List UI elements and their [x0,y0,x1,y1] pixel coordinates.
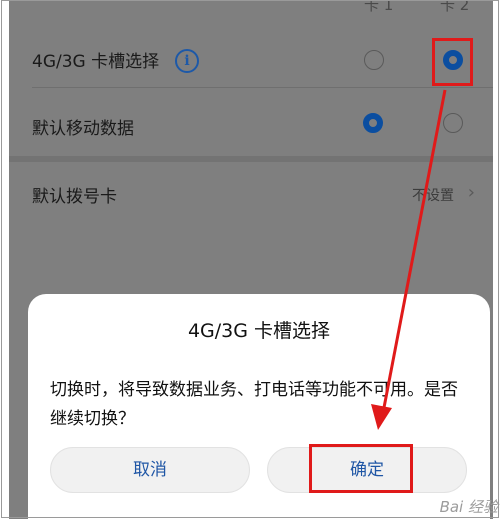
confirm-highlight-box [309,444,413,493]
dual-sim-settings-screen: 卡 1 卡 2 4G/3G 卡槽选择 i 默认移动数据 默认拨号卡 不设置 › … [9,0,493,519]
default-dial-label: 默认拨号卡 [32,187,117,207]
data-sim1-radio[interactable] [363,113,383,133]
sim2-column-label: 卡 2 [440,0,470,14]
dialog-title: 4G/3G 卡槽选择 [187,320,331,342]
default-data-row: 默认移动数据 [9,88,493,156]
slot-selection-label: 4G/3G 卡槽选择 [32,52,160,72]
sim2-highlight-box [432,38,473,86]
slot-sim1-radio[interactable] [364,50,384,70]
sim-column-header: 卡 1 卡 2 [9,0,493,16]
slot-switch-dialog: 4G/3G 卡槽选择 切换时，将导致数据业务、打电话等功能不可用。是否继续切换？… [28,294,490,519]
info-icon[interactable]: i [175,49,199,73]
data-sim2-radio[interactable] [443,113,463,133]
chevron-right-icon: › [467,182,475,203]
watermark: Bai 经验 [439,498,498,516]
default-data-label: 默认移动数据 [32,119,134,139]
slot-selection-row: 4G/3G 卡槽选择 i [9,16,493,88]
default-dial-value: 不设置 [412,188,454,204]
cancel-button[interactable]: 取消 [50,447,250,493]
dialog-message: 切换时，将导致数据业务、打电话等功能不可用。是否继续切换？ [50,380,458,429]
sim1-column-label: 卡 1 [364,0,394,14]
default-dial-row[interactable]: 默认拨号卡 不设置 › [9,162,493,226]
